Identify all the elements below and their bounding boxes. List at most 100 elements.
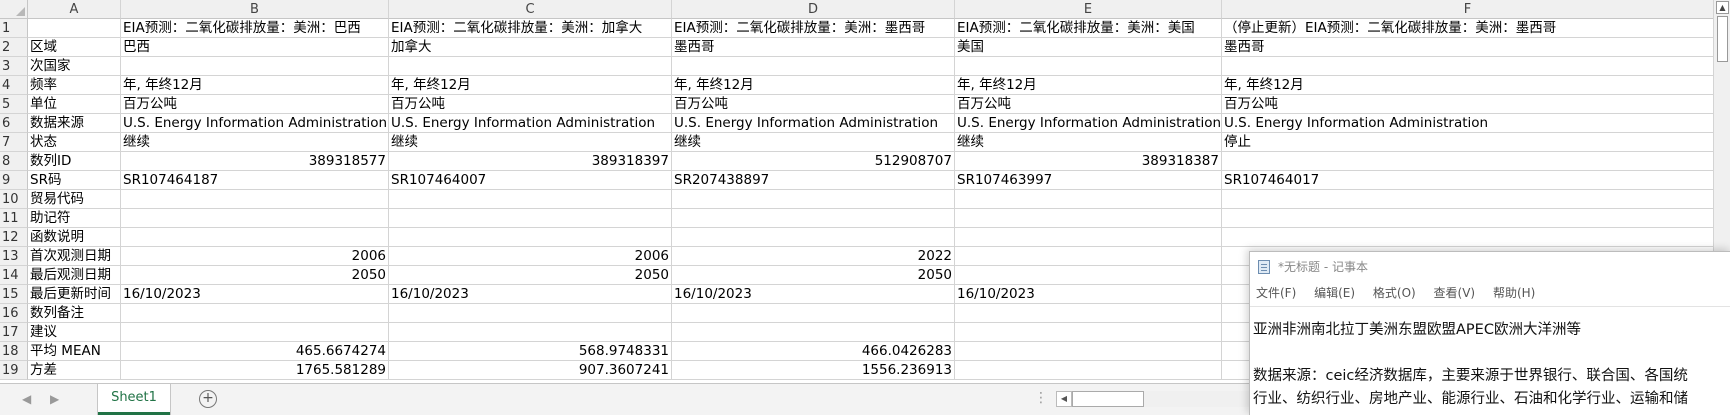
cell-a[interactable]: 数据来源 — [28, 114, 121, 133]
cell-d[interactable]: 墨西哥 — [672, 38, 955, 57]
cell-d[interactable]: U.S. Energy Information Administration — [672, 114, 955, 133]
cell-c[interactable]: 加拿大 — [389, 38, 672, 57]
cell-c[interactable] — [389, 323, 672, 342]
more-options-icon[interactable]: ⋮ — [1034, 390, 1048, 406]
cell-e[interactable] — [955, 228, 1222, 247]
cell-d[interactable]: 继续 — [672, 133, 955, 152]
cell-e[interactable] — [955, 323, 1222, 342]
cell-a[interactable]: 建议 — [28, 323, 121, 342]
cell-d[interactable] — [672, 190, 955, 209]
cell-d[interactable]: 2050 — [672, 266, 955, 285]
cell-d[interactable] — [672, 57, 955, 76]
vertical-scroll-thumb[interactable] — [1717, 16, 1728, 62]
cell-a[interactable]: 最后更新时间 — [28, 285, 121, 304]
cell-b[interactable] — [121, 190, 389, 209]
cell-c[interactable] — [389, 304, 672, 323]
cell-d[interactable]: 1556.236913 — [672, 361, 955, 380]
cell-b[interactable]: 继续 — [121, 133, 389, 152]
horizontal-scrollbar[interactable]: ◀ — [1056, 391, 1256, 407]
cell-d[interactable]: 百万公吨 — [672, 95, 955, 114]
cell-e[interactable] — [955, 190, 1222, 209]
cell-a[interactable]: 最后观测日期 — [28, 266, 121, 285]
cell-a[interactable]: 数列ID — [28, 152, 121, 171]
cell-b[interactable]: 百万公吨 — [121, 95, 389, 114]
cell-b[interactable]: 389318577 — [121, 152, 389, 171]
cell-c[interactable]: EIA预测：二氧化碳排放量：美洲：加拿大 — [389, 19, 672, 38]
cell-b[interactable] — [121, 323, 389, 342]
cell-f[interactable]: 停止 — [1222, 133, 1714, 152]
cell-c[interactable] — [389, 209, 672, 228]
cell-e[interactable]: 百万公吨 — [955, 95, 1222, 114]
cell-a[interactable]: 次国家 — [28, 57, 121, 76]
cell-e[interactable]: 16/10/2023 — [955, 285, 1222, 304]
cell-b[interactable]: 2050 — [121, 266, 389, 285]
cell-a[interactable]: 函数说明 — [28, 228, 121, 247]
cell-f[interactable] — [1222, 228, 1714, 247]
cell-e[interactable] — [955, 361, 1222, 380]
row-header[interactable]: 5 — [0, 95, 28, 114]
cell-d[interactable]: 512908707 — [672, 152, 955, 171]
cell-b[interactable]: 16/10/2023 — [121, 285, 389, 304]
cell-f[interactable]: （停止更新）EIA预测：二氧化碳排放量：美洲：墨西哥 — [1222, 19, 1714, 38]
column-header-e[interactable]: E — [955, 0, 1222, 19]
sheet-tab-sheet1[interactable]: Sheet1 — [98, 384, 170, 415]
notepad-text-area[interactable]: 亚洲非洲南北拉丁美洲东盟欧盟APEC欧洲大洋洲等 数据来源：ceic经济数据库，… — [1250, 306, 1730, 411]
cell-b[interactable] — [121, 228, 389, 247]
cell-b[interactable]: EIA预测：二氧化碳排放量：美洲：巴西 — [121, 19, 389, 38]
cell-c[interactable]: 16/10/2023 — [389, 285, 672, 304]
menu-help[interactable]: 帮助(H) — [1493, 286, 1535, 300]
cell-a[interactable]: 方差 — [28, 361, 121, 380]
cell-c[interactable]: 百万公吨 — [389, 95, 672, 114]
column-header-d[interactable]: D — [672, 0, 955, 19]
cell-d[interactable] — [672, 209, 955, 228]
cell-e[interactable] — [955, 304, 1222, 323]
row-header[interactable]: 3 — [0, 57, 28, 76]
cell-d[interactable] — [672, 323, 955, 342]
cell-c[interactable]: 568.9748331 — [389, 342, 672, 361]
column-header-b[interactable]: B — [121, 0, 389, 19]
cell-a[interactable]: 平均 MEAN — [28, 342, 121, 361]
cell-e[interactable] — [955, 57, 1222, 76]
cell-f[interactable]: 墨西哥 — [1222, 38, 1714, 57]
cell-c[interactable]: 年, 年终12月 — [389, 76, 672, 95]
cell-b[interactable] — [121, 57, 389, 76]
cell-a[interactable] — [28, 19, 121, 38]
cell-a[interactable]: 助记符 — [28, 209, 121, 228]
cell-a[interactable]: 频率 — [28, 76, 121, 95]
notepad-title-bar[interactable]: *无标题 - 记事本 — [1250, 252, 1730, 282]
scroll-up-icon[interactable]: ▲ — [1716, 1, 1729, 14]
cell-d[interactable]: 466.0426283 — [672, 342, 955, 361]
cell-a[interactable]: 首次观测日期 — [28, 247, 121, 266]
cell-e[interactable]: 389318387 — [955, 152, 1222, 171]
cell-c[interactable]: 继续 — [389, 133, 672, 152]
cell-b[interactable] — [121, 209, 389, 228]
prev-sheet-icon[interactable]: ◀ — [22, 392, 31, 406]
cell-a[interactable]: 区域 — [28, 38, 121, 57]
cell-f[interactable] — [1222, 209, 1714, 228]
cell-c[interactable]: U.S. Energy Information Administration — [389, 114, 672, 133]
cell-d[interactable]: SR207438897 — [672, 171, 955, 190]
row-header[interactable]: 19 — [0, 361, 28, 380]
row-header[interactable]: 15 — [0, 285, 28, 304]
cell-b[interactable] — [121, 304, 389, 323]
cell-e[interactable] — [955, 247, 1222, 266]
cell-e[interactable] — [955, 266, 1222, 285]
row-header[interactable]: 2 — [0, 38, 28, 57]
row-header[interactable]: 4 — [0, 76, 28, 95]
cell-e[interactable] — [955, 342, 1222, 361]
row-header[interactable]: 17 — [0, 323, 28, 342]
cell-e[interactable]: SR107463997 — [955, 171, 1222, 190]
cell-b[interactable]: U.S. Energy Information Administration — [121, 114, 389, 133]
next-sheet-icon[interactable]: ▶ — [50, 392, 59, 406]
cell-b[interactable]: SR107464187 — [121, 171, 389, 190]
cell-f[interactable]: U.S. Energy Information Administration — [1222, 114, 1714, 133]
row-header[interactable]: 6 — [0, 114, 28, 133]
cell-e[interactable] — [955, 209, 1222, 228]
row-header[interactable]: 13 — [0, 247, 28, 266]
cell-d[interactable]: 2022 — [672, 247, 955, 266]
cell-f[interactable]: 年, 年终12月 — [1222, 76, 1714, 95]
cell-c[interactable] — [389, 57, 672, 76]
column-header-c[interactable]: C — [389, 0, 672, 19]
cell-a[interactable]: 数列备注 — [28, 304, 121, 323]
row-header[interactable]: 10 — [0, 190, 28, 209]
